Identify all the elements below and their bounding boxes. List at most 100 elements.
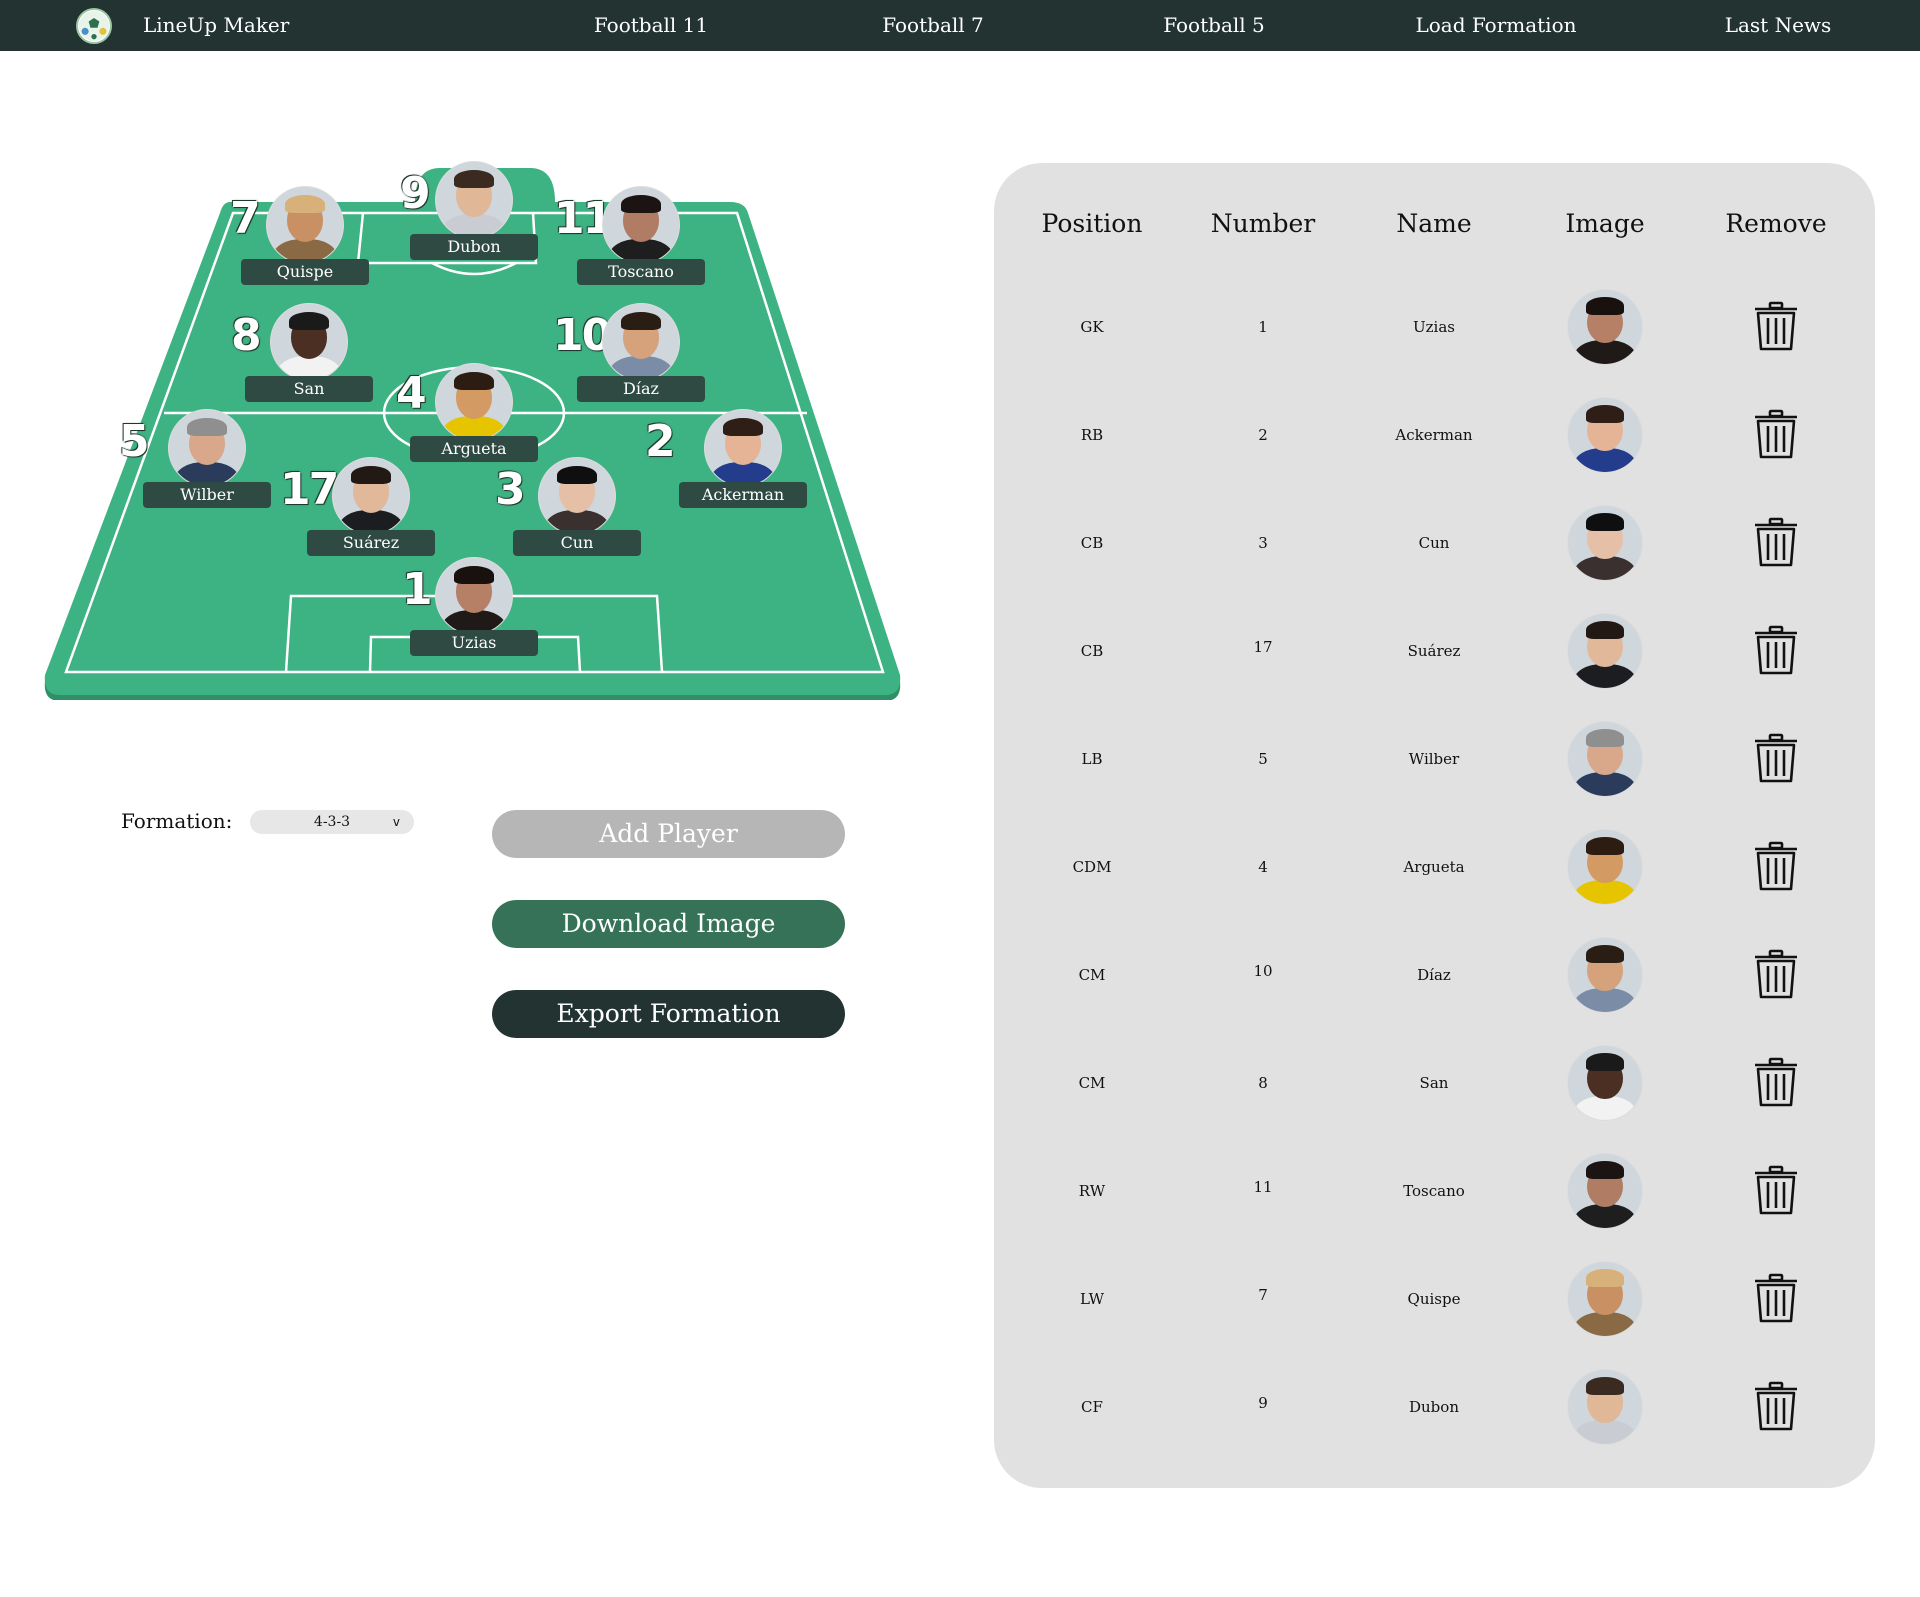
avatar-shirt (1573, 556, 1637, 580)
player-name-tag: Uzias (410, 630, 538, 656)
cell-avatar (1567, 829, 1643, 905)
player-avatar (602, 186, 680, 264)
trash-icon[interactable] (1753, 733, 1799, 783)
player-avatar (332, 457, 410, 535)
cell-name: Toscano (1403, 1182, 1465, 1200)
cell-position: CB (1080, 642, 1104, 660)
download-image-button[interactable]: Download Image (492, 900, 845, 948)
avatar-hair (1585, 837, 1625, 856)
avatar-hair (1585, 297, 1625, 316)
nav-last-news[interactable]: Last News (1668, 0, 1888, 51)
avatar-hair (621, 194, 661, 213)
trash-icon[interactable] (1753, 1057, 1799, 1107)
avatar-hair (1585, 513, 1625, 532)
avatar-hair (1585, 405, 1625, 424)
avatar-hair (289, 311, 329, 330)
avatar-shirt (1573, 1312, 1637, 1336)
cell-position: RB (1080, 426, 1104, 444)
player-avatar (435, 363, 513, 441)
nav-load-formation[interactable]: Load Formation (1386, 0, 1606, 51)
avatar-shirt (1573, 1420, 1637, 1444)
top-navbar: LineUp Maker Football 11 Football 7 Foot… (0, 0, 1920, 51)
cell-number: 1 (1258, 318, 1268, 336)
cell-avatar (1567, 937, 1643, 1013)
player-name-tag: Cun (513, 530, 641, 556)
cell-number: 4 (1258, 858, 1268, 876)
player-avatar (602, 303, 680, 381)
app-brand[interactable]: LineUp Maker (143, 0, 289, 51)
avatar-shirt (1573, 448, 1637, 472)
formation-value: 4-3-3 (313, 814, 351, 830)
player-name-tag: Wilber (143, 482, 271, 508)
trash-icon[interactable] (1753, 841, 1799, 891)
avatar-hair (1585, 621, 1625, 640)
player-number: 17 (280, 464, 339, 515)
player-number: 5 (119, 416, 150, 467)
table-row: CDM 4 Argueta (994, 813, 1875, 921)
cell-avatar (1567, 289, 1643, 365)
avatar-hair (454, 371, 494, 390)
trash-icon[interactable] (1753, 625, 1799, 675)
player-name-tag: Díaz (577, 376, 705, 402)
avatar-shirt (1573, 988, 1637, 1012)
table-row: CM 8 San (994, 1029, 1875, 1137)
avatar-shirt (1573, 772, 1637, 796)
player-number: 8 (231, 310, 262, 361)
nav-football-7[interactable]: Football 7 (823, 0, 1043, 51)
cell-position: GK (1080, 318, 1104, 336)
header-remove: Remove (1725, 209, 1827, 238)
avatar-hair (723, 417, 763, 436)
trash-icon[interactable] (1753, 949, 1799, 999)
cell-avatar (1567, 721, 1643, 797)
cell-name: Díaz (1417, 966, 1451, 984)
table-row: GK 1 Uzias (994, 273, 1875, 381)
cell-avatar (1567, 1045, 1643, 1121)
trash-icon[interactable] (1753, 517, 1799, 567)
header-number: Number (1210, 209, 1316, 238)
chevron-down-icon: v (392, 815, 400, 829)
player-name-tag: Dubon (410, 234, 538, 260)
trash-icon[interactable] (1753, 1273, 1799, 1323)
header-image: Image (1565, 209, 1645, 238)
table-row: LB 5 Wilber (994, 705, 1875, 813)
player-avatar (704, 409, 782, 487)
cell-number: 9 (1258, 1394, 1268, 1412)
add-player-button[interactable]: Add Player (492, 810, 845, 858)
cell-number: 2 (1258, 426, 1268, 444)
avatar-hair (557, 465, 597, 484)
trash-icon[interactable] (1753, 301, 1799, 351)
nav-football-11[interactable]: Football 11 (541, 0, 761, 51)
table-row: RW 11 Toscano (994, 1137, 1875, 1245)
cell-name: Wilber (1408, 750, 1460, 768)
avatar-hair (1585, 1161, 1625, 1180)
table-row: CB 3 Cun (994, 489, 1875, 597)
cell-position: CM (1078, 1074, 1106, 1092)
cell-name: Argueta (1403, 858, 1465, 876)
cell-position: LW (1079, 1290, 1105, 1308)
table-row: LW 7 Quispe (994, 1245, 1875, 1353)
football-logo-icon[interactable] (76, 8, 112, 44)
header-name: Name (1396, 209, 1472, 238)
cell-name: Ackerman (1395, 426, 1473, 444)
avatar-shirt (1573, 1204, 1637, 1228)
trash-icon[interactable] (1753, 1165, 1799, 1215)
cell-position: CF (1081, 1398, 1103, 1416)
trash-icon[interactable] (1753, 409, 1799, 459)
formation-label: Formation: (121, 809, 233, 833)
cell-number: 5 (1258, 750, 1268, 768)
avatar-hair (1585, 1269, 1625, 1288)
header-position: Position (1041, 209, 1143, 238)
table-row: CB 17 Suárez (994, 597, 1875, 705)
avatar-hair (285, 194, 325, 213)
nav-football-5[interactable]: Football 5 (1104, 0, 1324, 51)
avatar-shirt (1573, 880, 1637, 904)
cell-avatar (1567, 1261, 1643, 1337)
player-avatar (435, 557, 513, 635)
formation-select[interactable]: 4-3-3 v (250, 810, 414, 834)
formation-pitch: 7 Quispe 9 Dubon 11 Toscano 8 San 10 Díaz 4 Argueta… (40, 155, 910, 700)
cell-position: LB (1081, 750, 1103, 768)
trash-icon[interactable] (1753, 1381, 1799, 1431)
player-avatar (168, 409, 246, 487)
cell-position: RW (1078, 1182, 1106, 1200)
export-formation-button[interactable]: Export Formation (492, 990, 845, 1038)
